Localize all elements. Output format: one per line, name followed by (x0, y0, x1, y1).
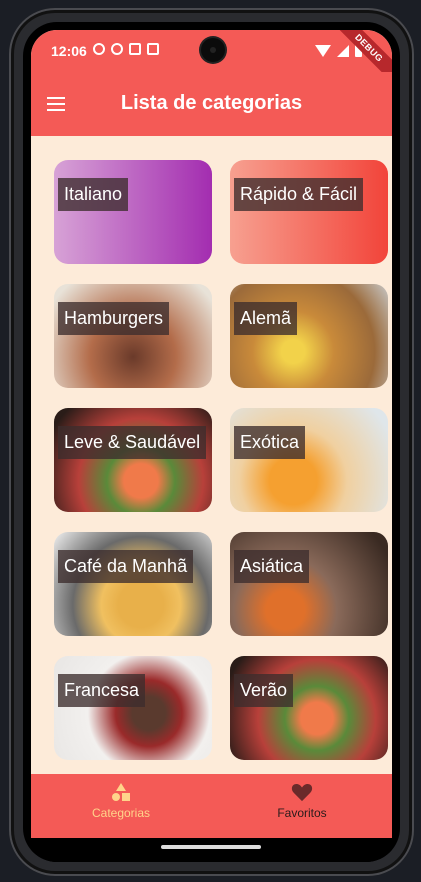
category-tile-rapido-facil[interactable]: Rápido & Fácil (230, 160, 388, 264)
category-label: Leve & Saudável (58, 426, 207, 459)
status-bar: 12:06 DEBUG (31, 30, 392, 86)
app-screen: 12:06 DEBUG Lista de categorias Italiano… (31, 30, 392, 838)
phone-bezel: 12:06 DEBUG Lista de categorias Italiano… (23, 22, 400, 862)
signal-icon (337, 44, 349, 57)
app-icon (129, 43, 141, 55)
phone-frame: 12:06 DEBUG Lista de categorias Italiano… (9, 8, 414, 876)
category-tile-hamburgers[interactable]: Hamburgers (54, 284, 212, 388)
category-label: Café da Manhã (58, 550, 194, 583)
heart-icon (291, 783, 313, 802)
category-label: Exótica (234, 426, 306, 459)
category-shapes-icon (112, 783, 130, 801)
category-label: Francesa (58, 674, 146, 707)
category-tile-verao[interactable]: Verão (230, 656, 388, 760)
category-label: Alemã (234, 302, 298, 335)
shield-icon (111, 43, 123, 55)
sd-card-icon (147, 43, 159, 55)
page-title: Lista de categorias (120, 92, 303, 114)
category-tile-alema[interactable]: Alemã (230, 284, 388, 388)
bottom-navigation: Categorias Favoritos (31, 774, 392, 838)
category-label: Verão (234, 674, 294, 707)
front-camera (201, 38, 225, 62)
category-tile-exotica[interactable]: Exótica (230, 408, 388, 512)
category-tile-leve-saudavel[interactable]: Leve & Saudável (54, 408, 212, 512)
status-time: 12:06 (51, 43, 87, 59)
category-tile-asiatica[interactable]: Asiática (230, 532, 388, 636)
category-label: Hamburgers (58, 302, 170, 335)
category-label: Asiática (234, 550, 310, 583)
category-label: Rápido & Fácil (234, 178, 364, 211)
nav-label: Favoritos (277, 806, 327, 820)
info-icon (93, 43, 105, 55)
nav-label: Categorias (91, 806, 151, 820)
wifi-icon (315, 44, 331, 57)
category-tile-italiano[interactable]: Italiano (54, 160, 212, 264)
app-bar: Lista de categorias (31, 72, 392, 136)
gesture-area (31, 838, 392, 862)
category-tile-francesa[interactable]: Francesa (54, 656, 212, 760)
nav-categorias[interactable]: Categorias (31, 774, 211, 838)
category-label: Italiano (58, 178, 129, 211)
status-notification-icons (93, 43, 159, 55)
nav-favoritos[interactable]: Favoritos (212, 774, 392, 838)
home-indicator[interactable] (161, 845, 261, 849)
category-tile-cafe-da-manha[interactable]: Café da Manhã (54, 532, 212, 636)
